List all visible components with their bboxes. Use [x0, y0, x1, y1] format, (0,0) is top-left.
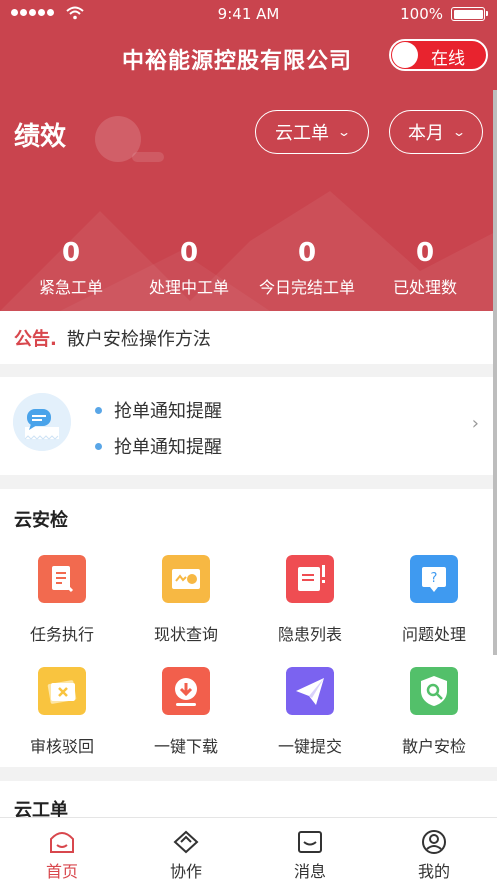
problem-handle-icon: ? [410, 555, 458, 603]
bullet-dot [95, 442, 102, 450]
chevron-down-icon: ⌄ [336, 125, 352, 139]
reminder-item: 抢单通知提醒 [95, 397, 222, 423]
stat-processing[interactable]: 0 处理中工单 [130, 238, 248, 298]
household-check-icon [410, 667, 458, 715]
decorative-bar [132, 152, 164, 162]
yun-gongdan-section: 云工单 [0, 781, 497, 821]
notice-text: 散户安检操作方法 [66, 328, 211, 350]
grid-label: 任务执行 [29, 625, 94, 644]
order-type-filter[interactable]: 云工单 ⌄ [255, 110, 369, 154]
review-reject-icon [38, 667, 86, 715]
stat-urgent[interactable]: 0 紧急工单 [12, 238, 130, 298]
grid-problem-handle[interactable]: ? 问题处理 [372, 555, 496, 645]
task-execute-icon [38, 555, 86, 603]
grid-label: 现状查询 [153, 625, 218, 644]
period-label: 本月 [407, 123, 444, 144]
online-toggle-label: 在线 [431, 49, 465, 69]
performance-title: 绩效 [14, 122, 67, 152]
tab-label: 消息 [293, 862, 326, 881]
scrollbar[interactable] [493, 90, 497, 655]
grid-label: 隐患列表 [277, 625, 342, 644]
hazard-list-icon [286, 555, 334, 603]
battery-icon [451, 7, 488, 21]
grid-download[interactable]: 一键下载 [124, 667, 248, 757]
tab-profile[interactable]: 我的 [372, 818, 496, 883]
chevron-down-icon: ⌄ [451, 125, 467, 139]
stat-handled[interactable]: 0 已处理数 [366, 238, 484, 298]
battery-percent: 100% [400, 5, 443, 23]
bullet-dot [95, 406, 102, 414]
stat-completed-today[interactable]: 0 今日完结工单 [248, 238, 366, 298]
reminder-item: 抢单通知提醒 [95, 433, 222, 459]
svg-text:?: ? [431, 571, 438, 586]
reminder-text: 抢单通知提醒 [114, 437, 222, 458]
grid-hazard-list[interactable]: 隐患列表 [248, 555, 372, 645]
stat-label: 紧急工单 [38, 278, 103, 297]
company-name: 中裕能源控股有限公司 [122, 49, 353, 74]
message-icon [298, 831, 322, 853]
section-title: 云安检 [14, 510, 68, 531]
tab-collaborate[interactable]: 协作 [124, 818, 248, 883]
grid-label: 一键下载 [153, 737, 218, 756]
grid-task-execute[interactable]: 任务执行 [0, 555, 124, 645]
online-toggle[interactable]: 在线 [389, 39, 488, 71]
tab-home[interactable]: 首页 [0, 818, 124, 883]
yun-anjian-section: 云安检 任务执行 现状查询 隐患列表 ? 问题处理 审核驳回 一键下载 一键提交… [0, 489, 497, 767]
stat-value: 0 [179, 238, 199, 268]
notice-bar[interactable]: 公告. 散户安检操作方法 [0, 311, 497, 364]
chat-bubble-icon [13, 393, 71, 451]
tab-label: 协作 [169, 862, 202, 881]
grid-label: 一键提交 [277, 737, 342, 756]
stat-label: 处理中工单 [148, 278, 229, 297]
grid-label: 散户安检 [401, 737, 466, 756]
download-icon [162, 667, 210, 715]
tab-bar: 首页 协作 消息 我的 [0, 817, 497, 883]
stat-value: 0 [61, 238, 81, 268]
status-query-icon [162, 555, 210, 603]
order-type-label: 云工单 [274, 123, 329, 144]
chevron-right-icon: › [471, 413, 479, 434]
stat-value: 0 [297, 238, 317, 268]
profile-icon [422, 830, 446, 854]
tab-label: 首页 [45, 862, 78, 881]
grid-review-reject[interactable]: 审核驳回 [0, 667, 124, 757]
submit-icon [286, 667, 334, 715]
stat-label: 已处理数 [392, 278, 457, 297]
period-filter[interactable]: 本月 ⌄ [389, 110, 483, 154]
header-panel: 9:41 AM 100% 中裕能源控股有限公司 在线 绩效 云工单 ⌄ 本月 ⌄… [0, 0, 497, 311]
reminder-card[interactable]: 抢单通知提醒 抢单通知提醒 › [0, 377, 497, 475]
reminder-text: 抢单通知提醒 [114, 401, 222, 422]
grid-label: 问题处理 [401, 625, 466, 644]
stat-label: 今日完结工单 [258, 278, 355, 297]
toggle-knob [392, 42, 418, 68]
home-icon [50, 832, 74, 853]
stat-value: 0 [415, 238, 435, 268]
grid-household-check[interactable]: 散户安检 [372, 667, 496, 757]
grid-label: 审核驳回 [29, 737, 94, 756]
collaborate-icon [173, 830, 199, 854]
notice-tag: 公告. [14, 328, 57, 350]
tab-messages[interactable]: 消息 [248, 818, 372, 883]
tab-label: 我的 [417, 862, 450, 881]
stats-row: 0 紧急工单 0 处理中工单 0 今日完结工单 0 已处理数 [0, 238, 497, 298]
status-bar: 9:41 AM 100% [0, 0, 497, 28]
grid-status-query[interactable]: 现状查询 [124, 555, 248, 645]
grid-submit[interactable]: 一键提交 [248, 667, 372, 757]
